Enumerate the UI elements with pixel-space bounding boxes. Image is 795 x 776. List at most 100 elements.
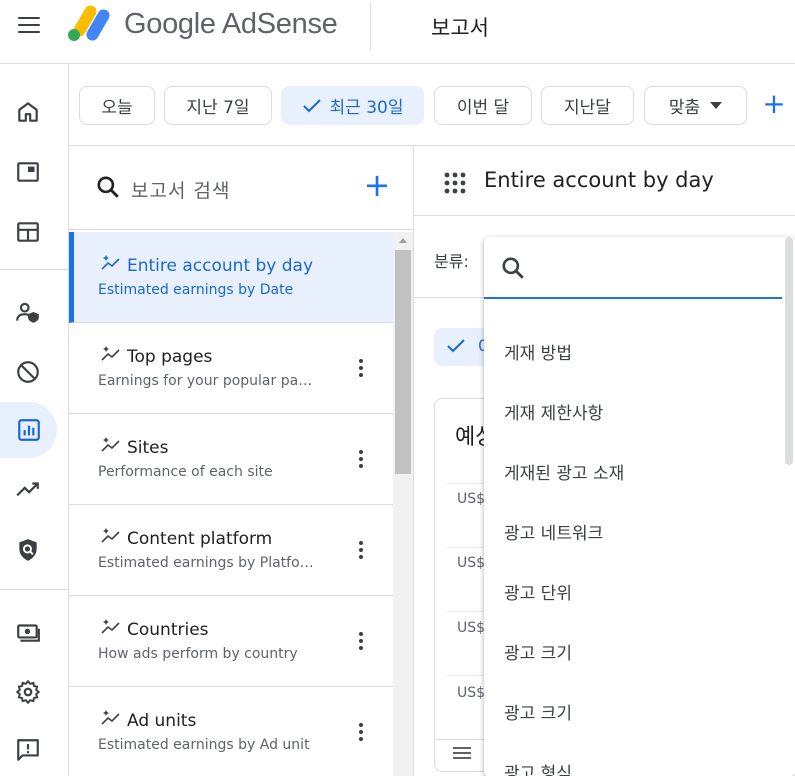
sparkle-trend-icon xyxy=(101,710,120,725)
report-item-countries[interactable]: Countries How ads perform by country xyxy=(69,596,393,687)
dropdown-option[interactable]: 광고 단위 xyxy=(484,561,782,621)
scrollbar-thumb[interactable] xyxy=(395,250,411,474)
chip-label: 지난 7일 xyxy=(186,98,250,118)
breakdown-label: 분류: xyxy=(434,252,469,271)
main-menu-button[interactable] xyxy=(14,14,46,38)
more-vert-icon[interactable] xyxy=(355,721,367,745)
rail-item-privacy[interactable] xyxy=(0,284,56,340)
optimization-icon xyxy=(16,482,39,497)
report-subtitle: Estimated earnings by Date xyxy=(98,282,294,298)
chip-label: 오늘 xyxy=(101,98,133,118)
sparkle-trend-icon xyxy=(101,346,120,361)
report-item-content-platform[interactable]: Content platform Estimated earnings by P… xyxy=(69,505,393,596)
add-report-button[interactable]: + xyxy=(361,169,393,202)
chip-last-7-days[interactable]: 지난 7일 xyxy=(164,86,272,125)
sites-icon xyxy=(17,222,39,242)
dropdown-option[interactable]: 게재 방법 xyxy=(484,321,782,381)
policy-icon xyxy=(19,539,37,561)
dropdown-option[interactable]: 게재 제한사항 xyxy=(484,381,782,441)
dropdown-option[interactable]: 광고 형식 xyxy=(484,741,782,776)
chip-custom[interactable]: 맞춤 xyxy=(644,86,747,125)
search-icon xyxy=(502,257,524,279)
report-title: Ad units xyxy=(127,711,197,731)
scroll-up-arrow-icon[interactable] xyxy=(399,238,407,243)
more-vert-icon[interactable] xyxy=(355,539,367,563)
currency-cell: US$ xyxy=(457,555,486,571)
search-icon xyxy=(97,176,119,198)
rail-item-optimization[interactable] xyxy=(0,462,56,518)
report-item-ad-units[interactable]: Ad units Estimated earnings by Ad unit xyxy=(69,687,393,776)
report-detail-title: Entire account by day xyxy=(484,168,714,192)
report-title: Top pages xyxy=(127,347,213,367)
rail-item-home[interactable] xyxy=(0,84,56,140)
apps-grid-icon[interactable] xyxy=(444,172,466,194)
report-subtitle: How ads perform by country xyxy=(98,646,298,662)
chip-today[interactable]: 오늘 xyxy=(79,86,155,125)
add-date-range-button[interactable]: + xyxy=(759,90,789,120)
rail-item-payments[interactable] xyxy=(0,604,56,660)
feedback-icon xyxy=(17,739,39,761)
navigation-rail xyxy=(0,64,69,776)
rail-divider xyxy=(0,269,68,270)
chip-this-month[interactable]: 이번 달 xyxy=(434,86,532,125)
settings-icon xyxy=(16,680,40,704)
dropdown-option[interactable]: 광고 네트워크 xyxy=(484,501,782,561)
report-search-row: 보고서 검색 + xyxy=(69,146,413,230)
more-vert-icon[interactable] xyxy=(355,448,367,472)
dropdown-option[interactable]: 게재된 광고 소재 xyxy=(484,441,782,501)
dropdown-scrollbar[interactable] xyxy=(784,237,795,776)
report-list-scrollbar[interactable] xyxy=(393,232,413,776)
caret-down-icon xyxy=(710,102,723,109)
sparkle-trend-icon xyxy=(101,437,120,452)
rail-item-policy[interactable] xyxy=(0,522,56,578)
rail-item-reports[interactable] xyxy=(0,402,57,458)
report-item-entire-account[interactable]: Entire account by day Estimated earnings… xyxy=(69,232,393,323)
reports-list-panel: 보고서 검색 + Entire account by day Estimated… xyxy=(69,146,414,776)
dropdown-search-input[interactable] xyxy=(534,251,774,285)
rail-item-ads[interactable] xyxy=(0,144,56,200)
rail-divider xyxy=(0,589,68,590)
report-subtitle: Earnings for your popular pages xyxy=(98,373,314,389)
check-icon xyxy=(302,98,321,112)
rail-item-sites[interactable] xyxy=(0,204,56,260)
dropdown-option[interactable]: 광고 크기 xyxy=(484,681,782,741)
rail-item-feedback[interactable] xyxy=(0,722,56,776)
chip-last-30-days[interactable]: 최근 30일 xyxy=(281,86,424,125)
list-view-icon[interactable] xyxy=(453,747,471,761)
report-search-input[interactable]: 보고서 검색 xyxy=(131,176,230,203)
currency-cell: US$ xyxy=(457,620,486,636)
page-title: 보고서 xyxy=(431,16,489,40)
dimension-dropdown: 게재 방법 게재 제한사항 게재된 광고 소재 광고 네트워크 광고 단위 광고… xyxy=(484,237,795,776)
report-item-top-pages[interactable]: Top pages Earnings for your popular page… xyxy=(69,323,393,414)
rail-item-blocking[interactable] xyxy=(0,344,56,400)
blocking-icon xyxy=(17,361,39,383)
more-vert-icon[interactable] xyxy=(355,630,367,654)
header-divider xyxy=(370,2,371,50)
report-detail-header: Entire account by day xyxy=(414,146,795,216)
report-subtitle: Estimated earnings by Ad unit xyxy=(98,737,310,753)
home-icon xyxy=(18,102,38,122)
chip-last-month[interactable]: 지난달 xyxy=(541,86,634,125)
scrollbar-thumb[interactable] xyxy=(785,237,793,465)
app-header: Google AdSense 보고서 xyxy=(0,0,795,64)
reports-icon xyxy=(17,419,40,441)
currency-cell: US$ xyxy=(457,685,486,701)
payments-icon xyxy=(17,624,40,642)
date-range-bar: 오늘 지난 7일 최근 30일 이번 달 지난달 맞춤 + xyxy=(69,64,795,146)
chip-label: 지난달 xyxy=(564,98,611,118)
chip-label: 최근 30일 xyxy=(329,98,404,118)
privacy-icon xyxy=(16,302,39,323)
report-title: Content platform xyxy=(127,529,273,549)
report-title: Sites xyxy=(127,438,169,458)
dropdown-option[interactable]: 광고 크기 xyxy=(484,621,782,681)
sparkle-trend-icon xyxy=(101,255,120,270)
sparkle-trend-icon xyxy=(101,528,120,543)
report-item-sites[interactable]: Sites Performance of each site xyxy=(69,414,393,505)
rail-item-settings[interactable] xyxy=(0,664,56,720)
ads-icon xyxy=(17,162,39,182)
chip-label: 맞춤 xyxy=(668,98,701,118)
chip-label: 이번 달 xyxy=(456,98,510,118)
more-vert-icon[interactable] xyxy=(355,357,367,381)
brand-name: Google AdSense xyxy=(124,8,338,40)
dropdown-search-row xyxy=(484,237,782,299)
